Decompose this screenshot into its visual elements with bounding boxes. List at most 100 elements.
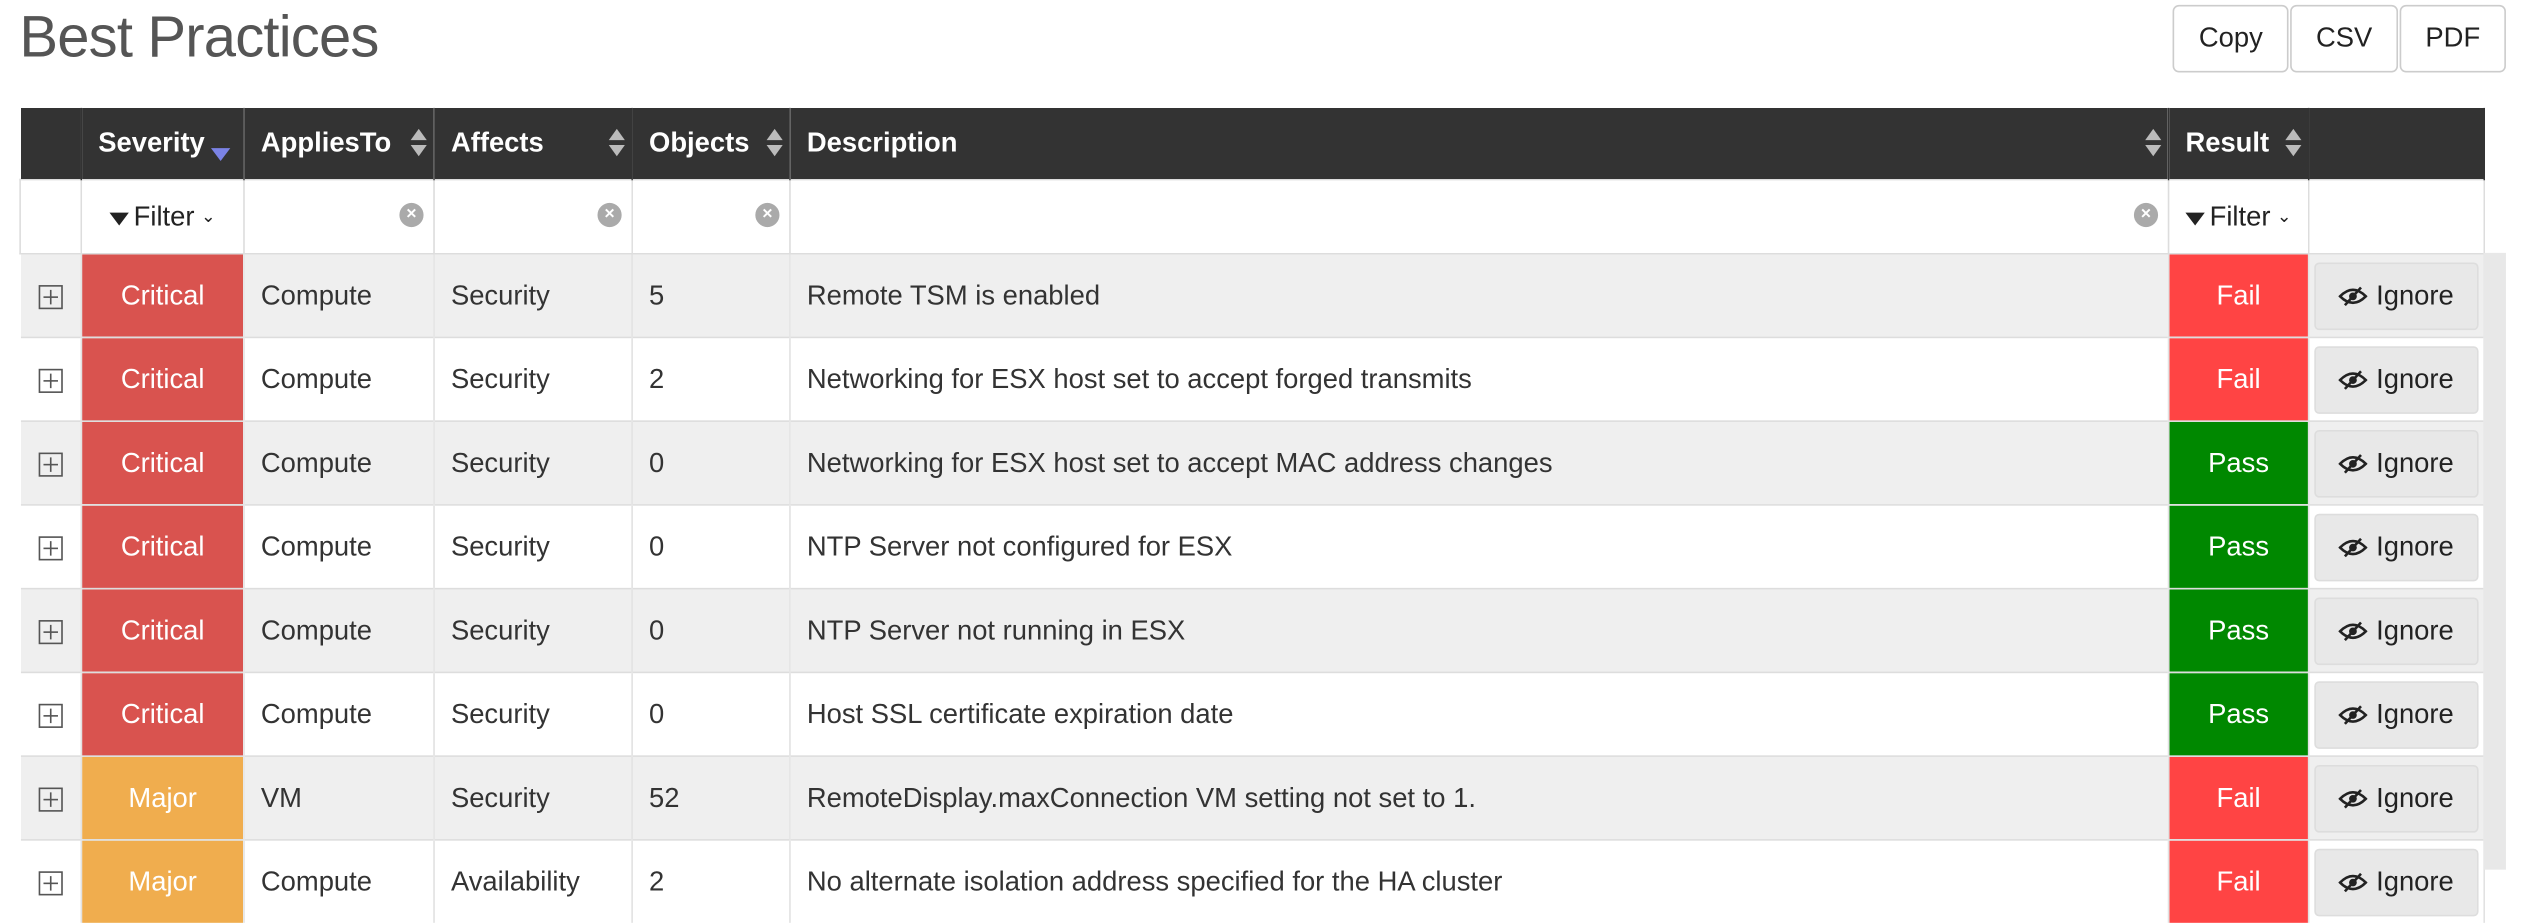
- objects-header-label: Objects: [649, 127, 750, 158]
- expand-cell[interactable]: [20, 587, 83, 673]
- action-cell: Ignore: [2308, 671, 2486, 757]
- severity-filter-label: Filter: [133, 200, 195, 232]
- result-badge: Pass: [2168, 587, 2310, 673]
- expand-cell[interactable]: [20, 755, 83, 840]
- description-cell: RemoteDisplay.maxConnection VM setting n…: [789, 755, 2170, 840]
- objects-cell: 52: [632, 755, 791, 840]
- eye-slash-icon: [2339, 453, 2369, 473]
- plus-square-icon[interactable]: [38, 619, 63, 644]
- ignore-label: Ignore: [2376, 530, 2454, 562]
- objects-cell: 5: [632, 252, 791, 338]
- plus-square-icon[interactable]: [38, 703, 63, 728]
- description-header[interactable]: Description: [789, 107, 2170, 180]
- severity-badge: Major: [81, 755, 245, 840]
- copy-button[interactable]: Copy: [2173, 4, 2289, 73]
- objects-cell: 0: [632, 671, 791, 757]
- sort-desc-icon: [211, 147, 231, 161]
- pdf-button[interactable]: PDF: [2399, 4, 2506, 73]
- severity-filter[interactable]: Filter ⌄: [80, 178, 245, 255]
- best-practices-table: Severity AppliesTo Affects Objects Descr…: [19, 107, 2486, 923]
- objects-filter-input[interactable]: ×: [631, 178, 791, 255]
- affects-filter-input[interactable]: ×: [433, 178, 633, 255]
- plus-square-icon[interactable]: [38, 368, 63, 393]
- ignore-button[interactable]: Ignore: [2314, 680, 2479, 749]
- result-badge: Pass: [2168, 504, 2310, 589]
- expand-cell[interactable]: [20, 336, 83, 422]
- eye-slash-icon: [2339, 285, 2369, 306]
- eye-slash-icon: [2339, 620, 2369, 641]
- affects-header[interactable]: Affects: [434, 107, 633, 180]
- expand-cell[interactable]: [20, 420, 83, 505]
- applies-to-header[interactable]: AppliesTo: [243, 107, 435, 180]
- applies-to-cell: Compute: [243, 252, 435, 338]
- plus-square-icon[interactable]: [38, 535, 63, 560]
- result-badge: Fail: [2168, 252, 2310, 338]
- description-cell: Host SSL certificate expiration date: [789, 671, 2170, 757]
- affects-cell: Security: [434, 671, 633, 757]
- severity-header[interactable]: Severity: [81, 107, 245, 180]
- csv-button[interactable]: CSV: [2290, 4, 2399, 73]
- description-filter-input[interactable]: ×: [789, 178, 2170, 255]
- expand-cell[interactable]: [20, 671, 83, 757]
- expand-cell[interactable]: [20, 839, 83, 923]
- action-cell: Ignore: [2308, 336, 2486, 422]
- filter-row: Filter ⌄ × × × × Filter ⌄: [19, 178, 2486, 255]
- action-cell: Ignore: [2308, 755, 2486, 840]
- affects-cell: Security: [434, 420, 633, 505]
- ignore-label: Ignore: [2376, 363, 2454, 394]
- clear-icon[interactable]: ×: [2133, 202, 2159, 228]
- action-cell: Ignore: [2308, 839, 2486, 923]
- plus-square-icon[interactable]: [38, 284, 63, 309]
- expand-cell[interactable]: [20, 504, 83, 589]
- result-header-label: Result: [2185, 127, 2270, 158]
- objects-cell: 2: [632, 336, 791, 422]
- action-cell: Ignore: [2308, 252, 2486, 338]
- plus-square-icon[interactable]: [38, 451, 63, 476]
- result-badge: Fail: [2168, 839, 2310, 923]
- severity-badge: Critical: [81, 420, 245, 505]
- funnel-icon: [109, 211, 129, 225]
- sort-icon: [2285, 128, 2302, 158]
- ignore-button[interactable]: Ignore: [2314, 429, 2479, 497]
- ignore-label: Ignore: [2376, 865, 2454, 897]
- table-row: Critical Compute Security 0 NTP Server not c…: [20, 504, 2486, 589]
- funnel-icon: [2185, 211, 2205, 225]
- applies-to-filter-input[interactable]: ×: [243, 178, 435, 255]
- ignore-button[interactable]: Ignore: [2314, 764, 2479, 832]
- filter-cell-empty: [19, 178, 83, 255]
- eye-slash-icon: [2339, 788, 2369, 808]
- filter-cell-empty: [2307, 178, 2486, 255]
- description-header-label: Description: [806, 127, 958, 158]
- applies-to-cell: Compute: [243, 839, 435, 923]
- affects-cell: Security: [434, 504, 633, 589]
- action-header: [2308, 107, 2486, 180]
- chevron-down-icon: ⌄: [200, 207, 216, 228]
- applies-to-cell: VM: [243, 755, 435, 840]
- clear-icon[interactable]: ×: [597, 202, 622, 228]
- expand-cell[interactable]: [20, 252, 83, 338]
- ignore-button[interactable]: Ignore: [2314, 345, 2479, 414]
- ignore-label: Ignore: [2376, 279, 2454, 311]
- result-header[interactable]: Result: [2168, 107, 2310, 180]
- ignore-button[interactable]: Ignore: [2314, 512, 2479, 581]
- applies-to-header-label: AppliesTo: [260, 127, 392, 158]
- sort-icon: [766, 128, 783, 158]
- severity-filter-button[interactable]: Filter ⌄: [82, 180, 243, 252]
- ignore-button[interactable]: Ignore: [2314, 847, 2479, 916]
- ignore-label: Ignore: [2376, 446, 2454, 478]
- action-cell: Ignore: [2308, 420, 2486, 505]
- applies-to-cell: Compute: [243, 336, 435, 422]
- action-cell: Ignore: [2308, 504, 2486, 589]
- clear-icon[interactable]: ×: [399, 202, 424, 228]
- objects-header[interactable]: Objects: [632, 107, 791, 180]
- ignore-button[interactable]: Ignore: [2314, 596, 2479, 665]
- result-filter[interactable]: Filter ⌄: [2167, 178, 2310, 255]
- result-filter-button[interactable]: Filter ⌄: [2169, 180, 2308, 252]
- objects-cell: 2: [632, 839, 791, 923]
- severity-header-label: Severity: [98, 126, 205, 158]
- plus-square-icon[interactable]: [38, 786, 63, 811]
- ignore-button[interactable]: Ignore: [2314, 261, 2479, 330]
- plus-square-icon[interactable]: [38, 870, 63, 895]
- vertical-scrollbar[interactable]: [2483, 252, 2506, 870]
- clear-icon[interactable]: ×: [755, 202, 780, 228]
